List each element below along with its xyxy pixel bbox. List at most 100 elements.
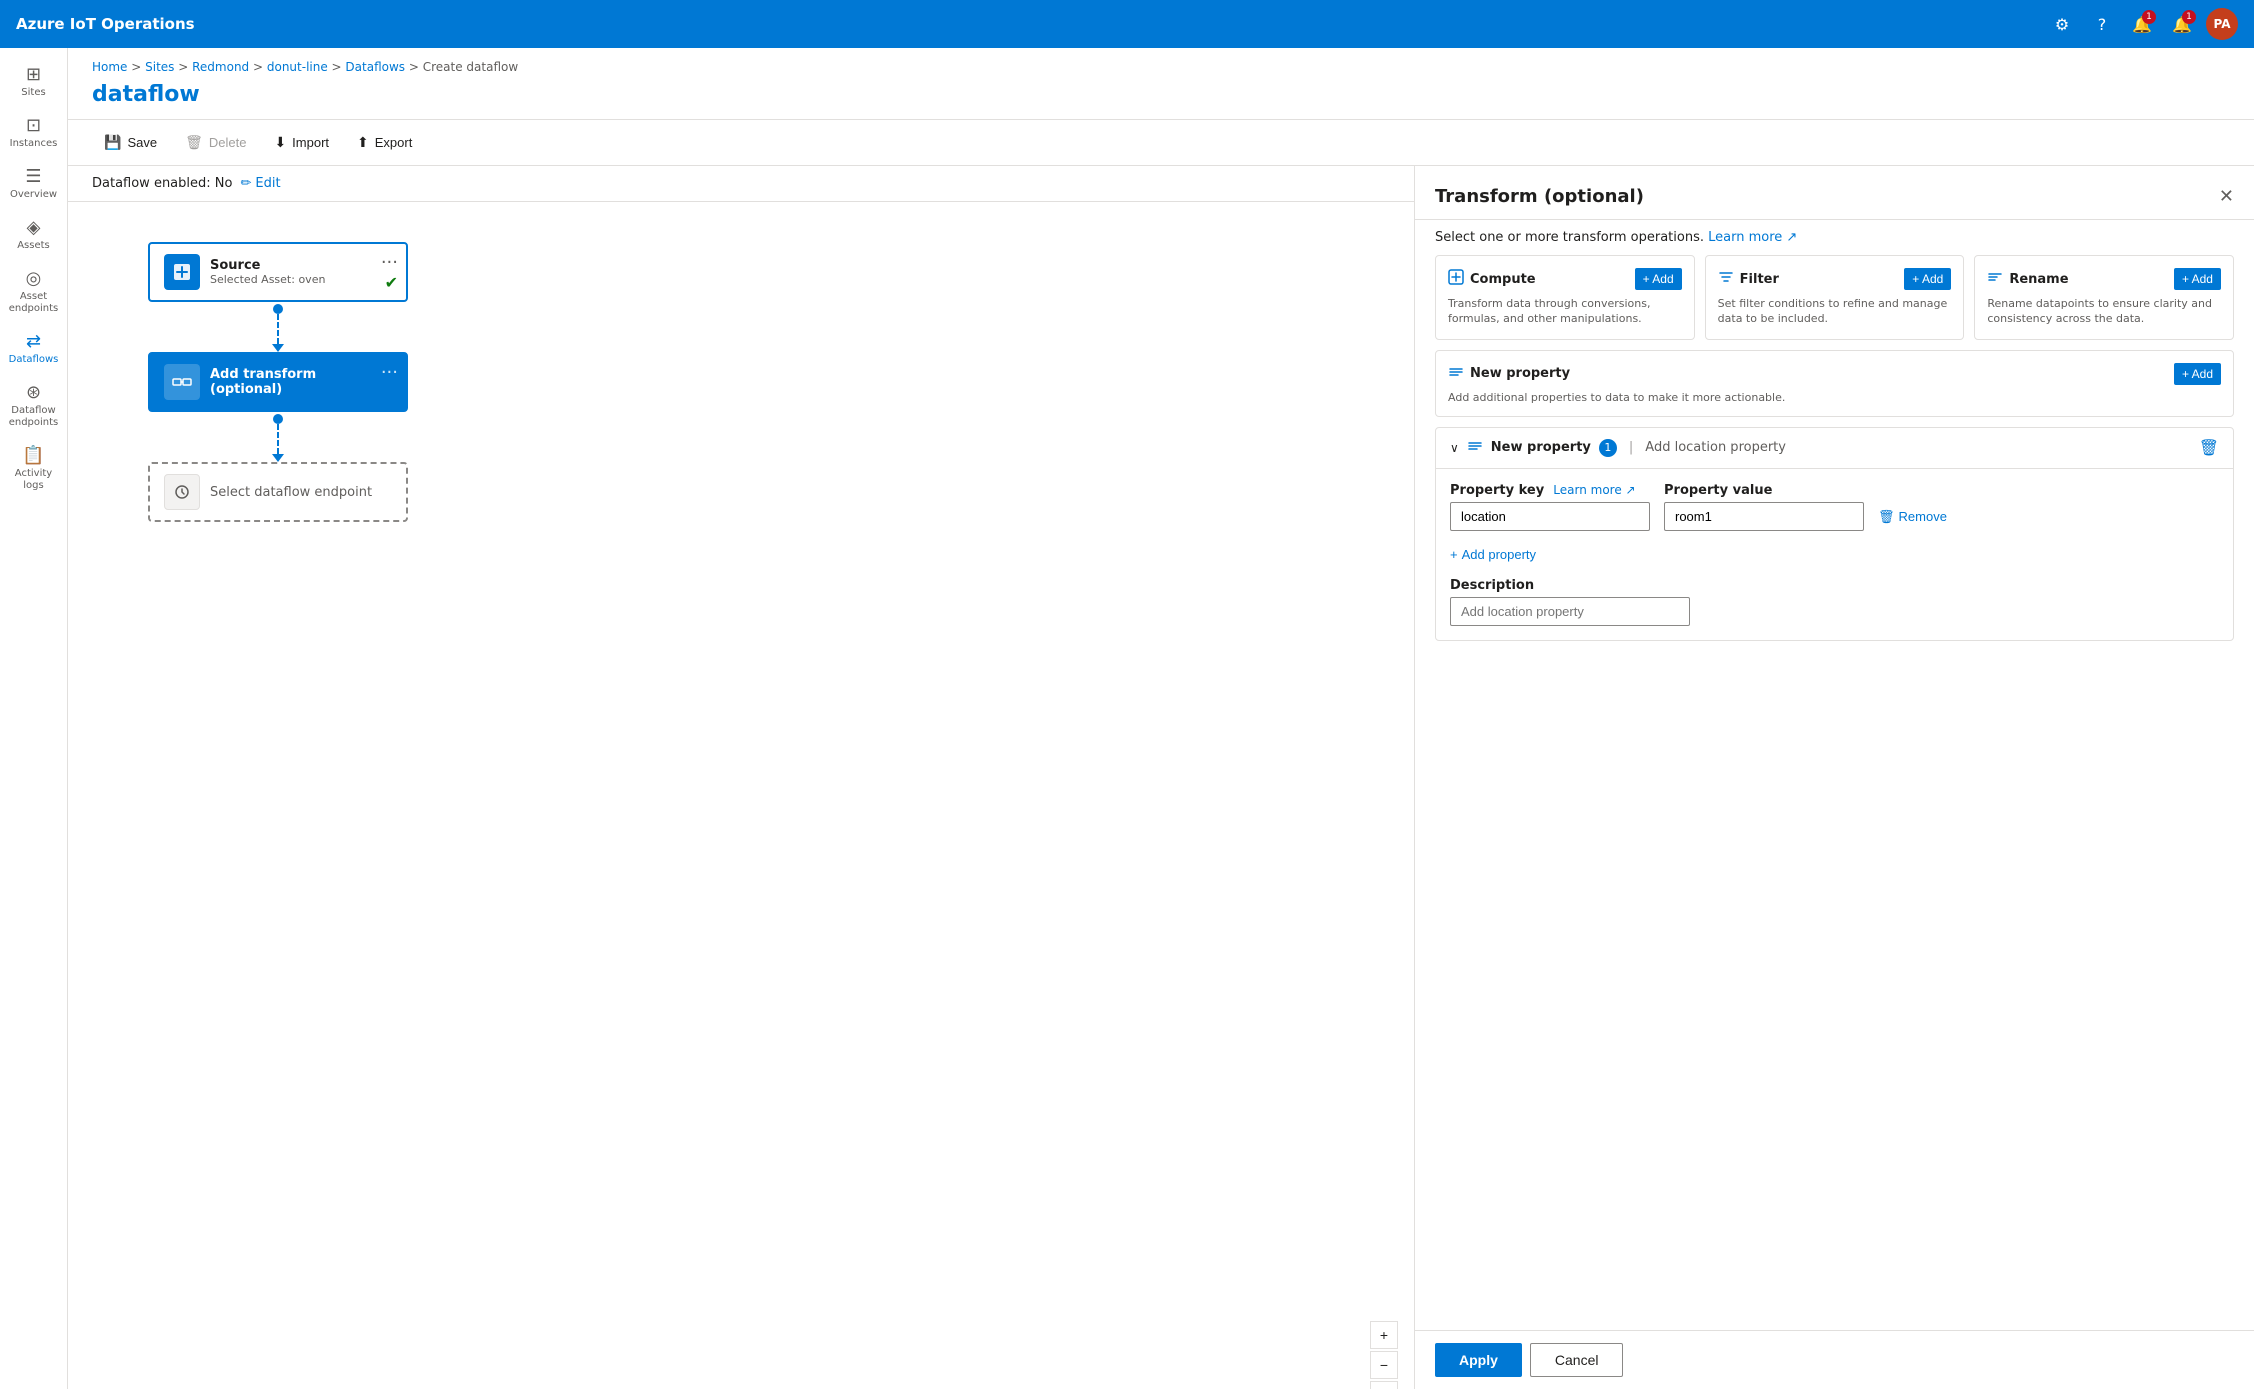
- compute-title-row: Compute: [1448, 269, 1536, 289]
- sidebar-item-asset-endpoints[interactable]: ◎ Asset endpoints: [0, 260, 67, 323]
- endpoint-node-title: Select dataflow endpoint: [210, 485, 392, 500]
- property-key-group: Property key Learn more ↗: [1450, 483, 1650, 531]
- description-input[interactable]: [1450, 597, 1690, 626]
- avatar[interactable]: PA: [2206, 8, 2238, 40]
- export-icon: ⬆: [357, 134, 369, 151]
- breadcrumb-redmond[interactable]: Redmond: [192, 60, 249, 74]
- property-value-label: Property value: [1664, 483, 1864, 498]
- sidebar-item-label-dataflow-endpoints: Dataflow endpoints: [4, 405, 63, 429]
- notifications-icon-2[interactable]: 🔔 1: [2166, 8, 2198, 40]
- content-area: Home > Sites > Redmond > donut-line > Da…: [68, 48, 2254, 1389]
- import-label: Import: [292, 135, 329, 150]
- sidebar-item-dataflows[interactable]: ⇄ Dataflows: [0, 323, 67, 374]
- compute-add-button[interactable]: + Add: [1635, 268, 1682, 290]
- filter-add-button[interactable]: + Add: [1904, 268, 1951, 290]
- top-nav: Azure IoT Operations ⚙ ? 🔔 1 🔔 1 PA: [0, 0, 2254, 48]
- source-node[interactable]: Source Selected Asset: oven ··· ✔: [148, 242, 408, 302]
- property-key-label: Property key Learn more ↗: [1450, 483, 1650, 498]
- section-subtitle: Add location property: [1645, 440, 1786, 455]
- sidebar-item-activity-logs[interactable]: 📋 Activity logs: [0, 437, 67, 500]
- section-delete-icon[interactable]: 🗑: [2199, 438, 2219, 457]
- source-node-menu-icon[interactable]: ···: [381, 252, 398, 273]
- connector-arrow-2: [272, 454, 284, 462]
- transform-node-title: Add transform (optional): [210, 367, 392, 397]
- source-node-icon: [164, 254, 200, 290]
- instances-icon: ⊡: [26, 115, 41, 136]
- edit-link[interactable]: ✏ Edit: [240, 176, 280, 191]
- new-property-card: New property + Add Add additional proper…: [1435, 350, 2234, 417]
- rename-add-button[interactable]: + Add: [2174, 268, 2221, 290]
- breadcrumb-home[interactable]: Home: [92, 60, 127, 74]
- fit-button[interactable]: ⊙: [1370, 1381, 1398, 1389]
- sidebar-item-sites[interactable]: ⊞ Sites: [0, 56, 67, 107]
- endpoint-node[interactable]: Select dataflow endpoint: [148, 462, 408, 522]
- enabled-bar: Dataflow enabled: No ✏ Edit: [68, 166, 1414, 202]
- zoom-out-button[interactable]: −: [1370, 1351, 1398, 1379]
- add-property-plus-icon: +: [1450, 547, 1458, 562]
- delete-icon: 🗑: [185, 134, 203, 151]
- cancel-button[interactable]: Cancel: [1530, 1343, 1624, 1377]
- import-button[interactable]: ⬇ Import: [262, 128, 341, 157]
- transform-node-content: Add transform (optional): [210, 367, 392, 397]
- breadcrumb-sites[interactable]: Sites: [145, 60, 174, 74]
- new-property-add-button[interactable]: + Add: [2174, 363, 2221, 385]
- section-separator: |: [1629, 440, 1633, 455]
- delete-button[interactable]: 🗑 Delete: [173, 128, 258, 157]
- property-learn-more-link[interactable]: Learn more ↗: [1553, 483, 1635, 497]
- canvas-container: Dataflow enabled: No ✏ Edit: [68, 166, 2254, 1389]
- panel-close-button[interactable]: ✕: [2219, 186, 2234, 207]
- sidebar-item-assets[interactable]: ◈ Assets: [0, 209, 67, 260]
- filter-card[interactable]: Filter + Add Set filter conditions to re…: [1705, 255, 1965, 340]
- sidebar-item-label-activity-logs: Activity logs: [4, 468, 63, 492]
- sidebar-item-label-dataflows: Dataflows: [9, 354, 59, 366]
- breadcrumb-donut-line[interactable]: donut-line: [267, 60, 328, 74]
- breadcrumb-dataflows[interactable]: Dataflows: [345, 60, 405, 74]
- endpoint-node-icon: [164, 474, 200, 510]
- sidebar-item-instances[interactable]: ⊡ Instances: [0, 107, 67, 158]
- rename-card[interactable]: Rename + Add Rename datapoints to ensure…: [1974, 255, 2234, 340]
- page-header: Home > Sites > Redmond > donut-line > Da…: [68, 48, 2254, 120]
- panel-scroll[interactable]: Select one or more transform operations.…: [1415, 220, 2254, 1330]
- transform-node-menu-icon[interactable]: ···: [381, 362, 398, 383]
- notification-badge-2: 1: [2182, 10, 2196, 24]
- action-bar: Apply Cancel: [1415, 1330, 2254, 1389]
- compute-card[interactable]: Compute + Add Transform data through con…: [1435, 255, 1695, 340]
- connector-dot-top: [273, 304, 283, 314]
- remove-button[interactable]: 🗑 Remove: [1878, 503, 1947, 531]
- right-panel: Transform (optional) ✕ Select one or mor…: [1414, 166, 2254, 1389]
- canvas[interactable]: Dataflow enabled: No ✏ Edit: [68, 166, 1414, 1389]
- connector-2: [272, 412, 284, 462]
- dataflows-icon: ⇄: [26, 331, 41, 352]
- save-label: Save: [127, 135, 157, 150]
- sidebar-item-overview[interactable]: ☰ Overview: [0, 158, 67, 209]
- property-value-input[interactable]: [1664, 502, 1864, 531]
- canvas-controls: + − ⊙: [1370, 1321, 1398, 1389]
- transform-node[interactable]: Add transform (optional) ···: [148, 352, 408, 412]
- chevron-down-icon[interactable]: ∨: [1450, 441, 1459, 455]
- export-label: Export: [375, 135, 413, 150]
- add-property-link[interactable]: + Add property: [1450, 543, 1536, 566]
- sidebar-item-label-sites: Sites: [21, 87, 45, 99]
- compute-card-header: Compute + Add: [1448, 268, 1682, 290]
- help-icon[interactable]: ?: [2086, 8, 2118, 40]
- property-value-group: Property value: [1664, 483, 1864, 531]
- new-property-title: New property: [1470, 366, 1570, 381]
- remove-label: Remove: [1899, 509, 1947, 524]
- save-button[interactable]: 💾 Save: [92, 128, 169, 157]
- learn-more-link-top[interactable]: Learn more ↗: [1708, 230, 1797, 245]
- rename-title-row: Rename: [1987, 269, 2068, 289]
- zoom-in-button[interactable]: +: [1370, 1321, 1398, 1349]
- dataflow-endpoints-icon: ⊛: [26, 382, 41, 403]
- apply-button[interactable]: Apply: [1435, 1343, 1522, 1377]
- transform-cards: Compute + Add Transform data through con…: [1415, 255, 2254, 350]
- sidebar-item-label-instances: Instances: [10, 138, 58, 150]
- sidebar-item-dataflow-endpoints[interactable]: ⊛ Dataflow endpoints: [0, 374, 67, 437]
- settings-icon[interactable]: ⚙: [2046, 8, 2078, 40]
- export-button[interactable]: ⬆ Export: [345, 128, 424, 157]
- description-group: Description: [1450, 578, 2219, 626]
- property-key-input[interactable]: [1450, 502, 1650, 531]
- expanded-section: ∨ New property 1 | Add location property…: [1435, 427, 2234, 641]
- section-badge: 1: [1599, 439, 1617, 457]
- notifications-icon-1[interactable]: 🔔 1: [2126, 8, 2158, 40]
- overview-icon: ☰: [25, 166, 41, 187]
